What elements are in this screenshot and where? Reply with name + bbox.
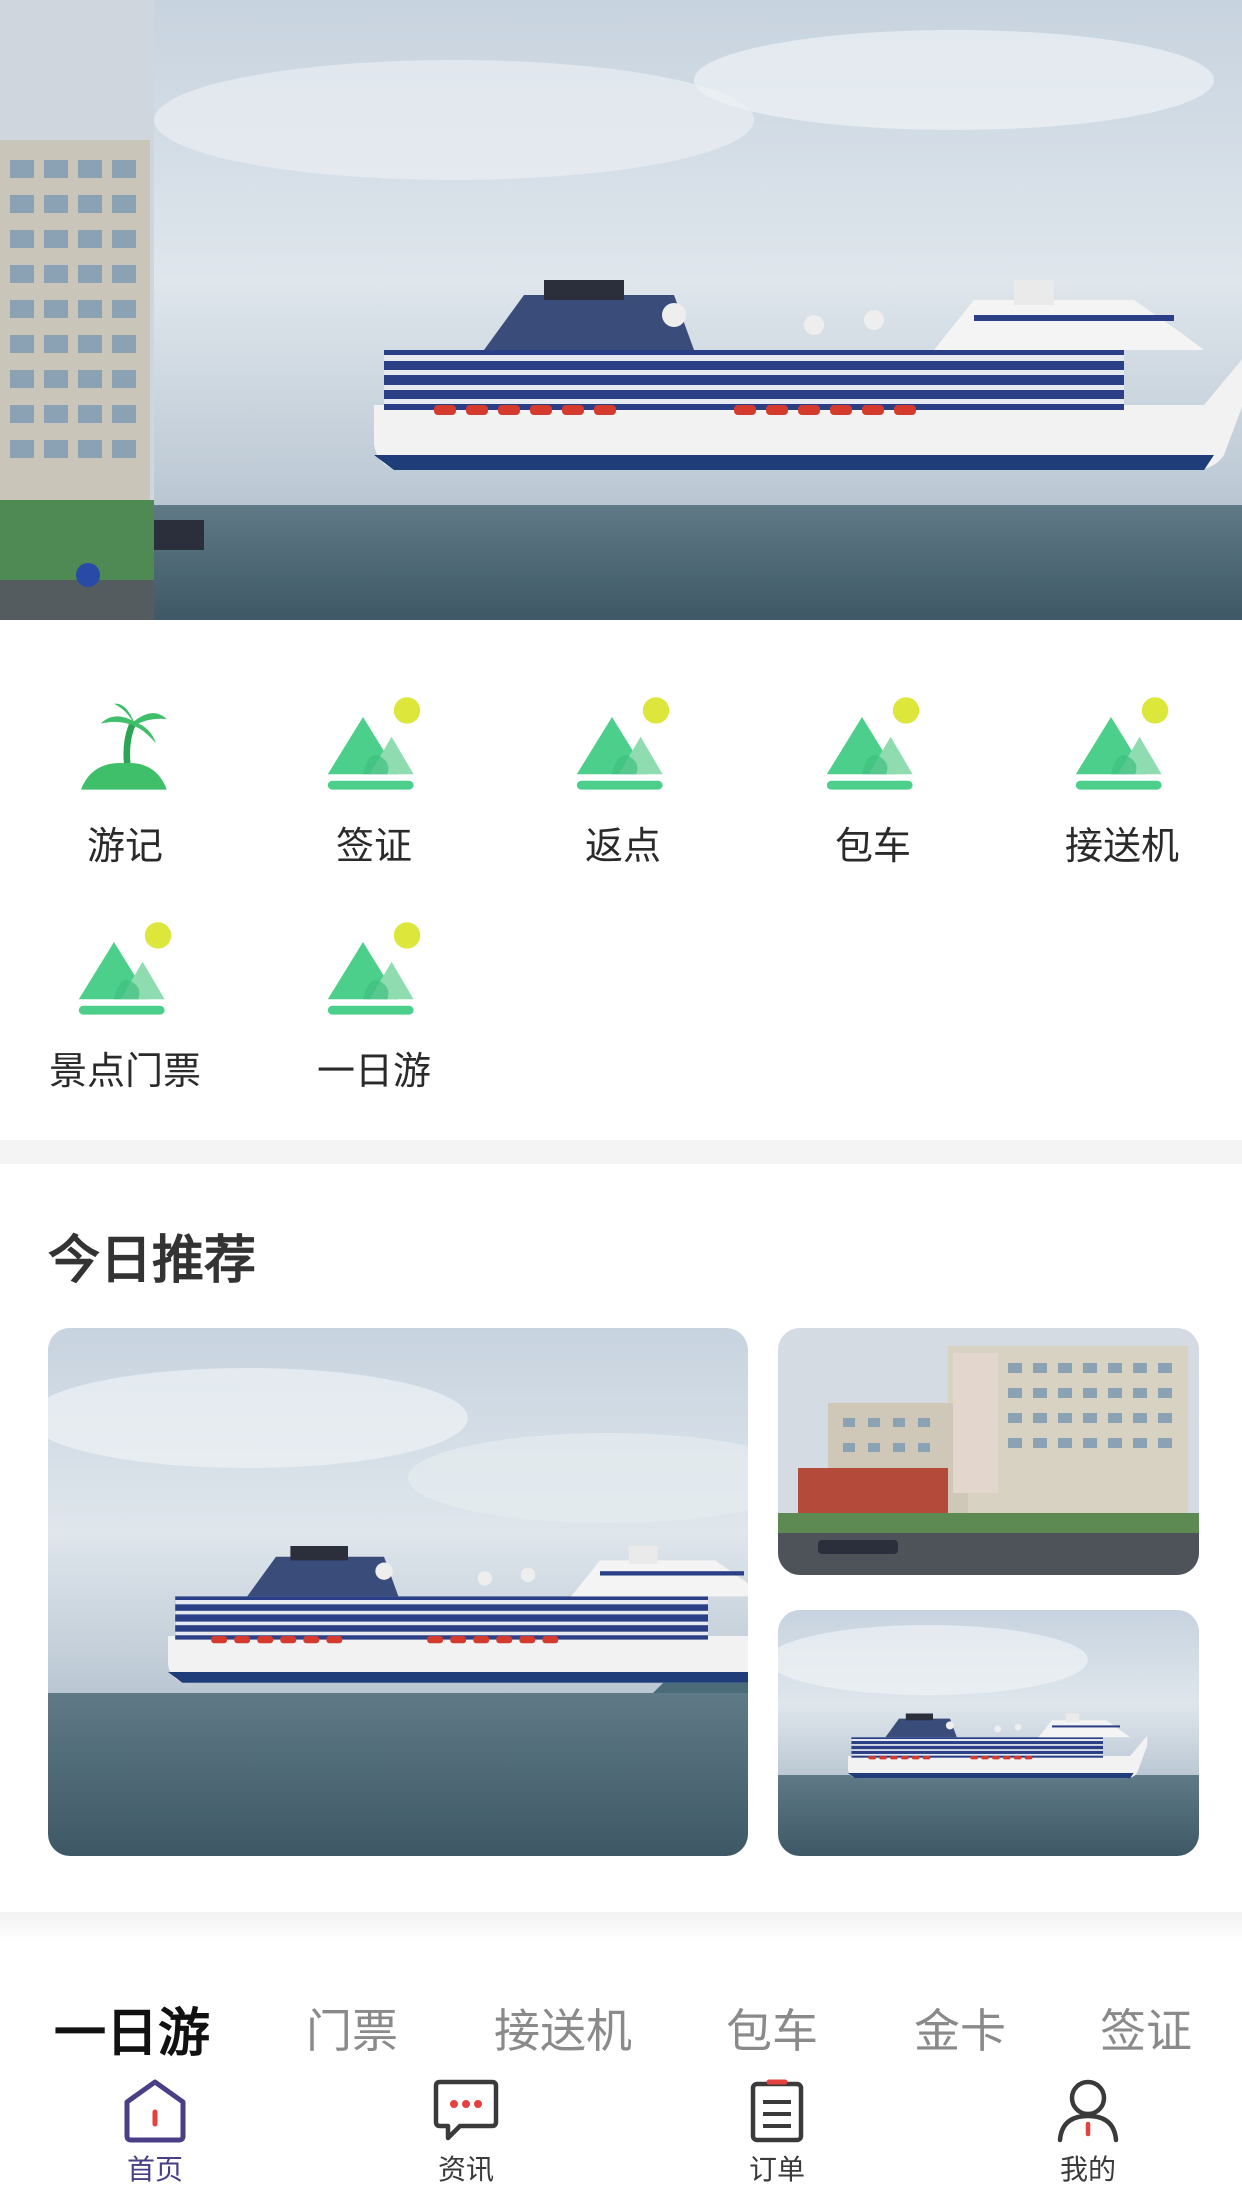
section-divider [0, 1140, 1242, 1164]
category-label: 接送机 [1064, 824, 1179, 868]
nav-profile[interactable]: 我的 [988, 2070, 1188, 2188]
mountain-sun-icon [327, 697, 421, 790]
recommend-card-buildings[interactable] [778, 1328, 1199, 1575]
category-travelogue[interactable]: 游记 [25, 695, 225, 870]
tab-charter-car[interactable]: 包车 [726, 1995, 818, 2061]
mountain-sun-icon [78, 922, 172, 1015]
category-airport-transfer[interactable]: 接送机 [1022, 695, 1222, 870]
nav-label: 首页 [126, 2153, 183, 2186]
category-label: 一日游 [316, 1049, 431, 1093]
mountain-sun-icon [576, 697, 670, 790]
chat-bubble-icon [433, 2079, 499, 2141]
mountain-sun-icon [1075, 697, 1169, 790]
nav-orders[interactable]: 订单 [677, 2070, 877, 2188]
palm-island-icon [81, 703, 167, 790]
category-label: 签证 [335, 824, 412, 868]
category-charter-car[interactable]: 包车 [773, 695, 973, 870]
building-photo [0, 0, 154, 620]
cruise-ship-photo [154, 0, 1242, 620]
bottom-navigation: 首页 资讯 订单 我的 [0, 2070, 1242, 2208]
tab-gold-card[interactable]: 金卡 [914, 1995, 1006, 2061]
recommend-card-main[interactable] [48, 1328, 748, 1856]
recommend-title: 今日推荐 [48, 1231, 257, 1291]
mountain-sun-icon [327, 922, 421, 1015]
nav-label: 订单 [748, 2153, 805, 2186]
category-label: 景点门票 [48, 1049, 201, 1093]
category-visa[interactable]: 签证 [274, 695, 474, 870]
category-label: 返点 [584, 824, 661, 868]
banner-carousel[interactable] [0, 0, 1242, 620]
category-rebate[interactable]: 返点 [523, 695, 723, 870]
category-attraction-tickets[interactable]: 景点门票 [25, 920, 225, 1095]
product-tabs: 一日游 门票 接送机 包车 金卡 签证 [0, 1995, 1242, 2075]
tab-tickets[interactable]: 门票 [306, 1995, 398, 2061]
category-label: 包车 [834, 824, 911, 868]
banner-main-slide[interactable] [154, 0, 1242, 620]
user-icon [1057, 2079, 1119, 2143]
category-day-tour[interactable]: 一日游 [274, 920, 474, 1095]
nav-home[interactable]: 首页 [55, 2070, 255, 2188]
building-photo [778, 1328, 1199, 1575]
recommend-card-cruise[interactable] [778, 1610, 1199, 1856]
tab-day-tour[interactable]: 一日游 [54, 1991, 210, 2066]
home-icon [124, 2079, 186, 2143]
mountain-sun-icon [826, 697, 920, 790]
cruise-ship-photo [48, 1328, 748, 1856]
tab-visa[interactable]: 签证 [1100, 1995, 1192, 2061]
section-shadow [0, 1912, 1242, 1942]
cruise-ship-photo [778, 1610, 1199, 1856]
nav-label: 资讯 [437, 2153, 494, 2186]
category-label: 游记 [86, 824, 163, 868]
category-grid: 游记 签证 返点 包车 接送机 景点门票 一日游 [0, 620, 1242, 1140]
nav-label: 我的 [1059, 2153, 1116, 2186]
tab-airport-transfer[interactable]: 接送机 [494, 1995, 632, 2061]
clipboard-icon [750, 2079, 804, 2143]
banner-prev-slide[interactable] [0, 0, 154, 620]
nav-news[interactable]: 资讯 [366, 2070, 566, 2188]
